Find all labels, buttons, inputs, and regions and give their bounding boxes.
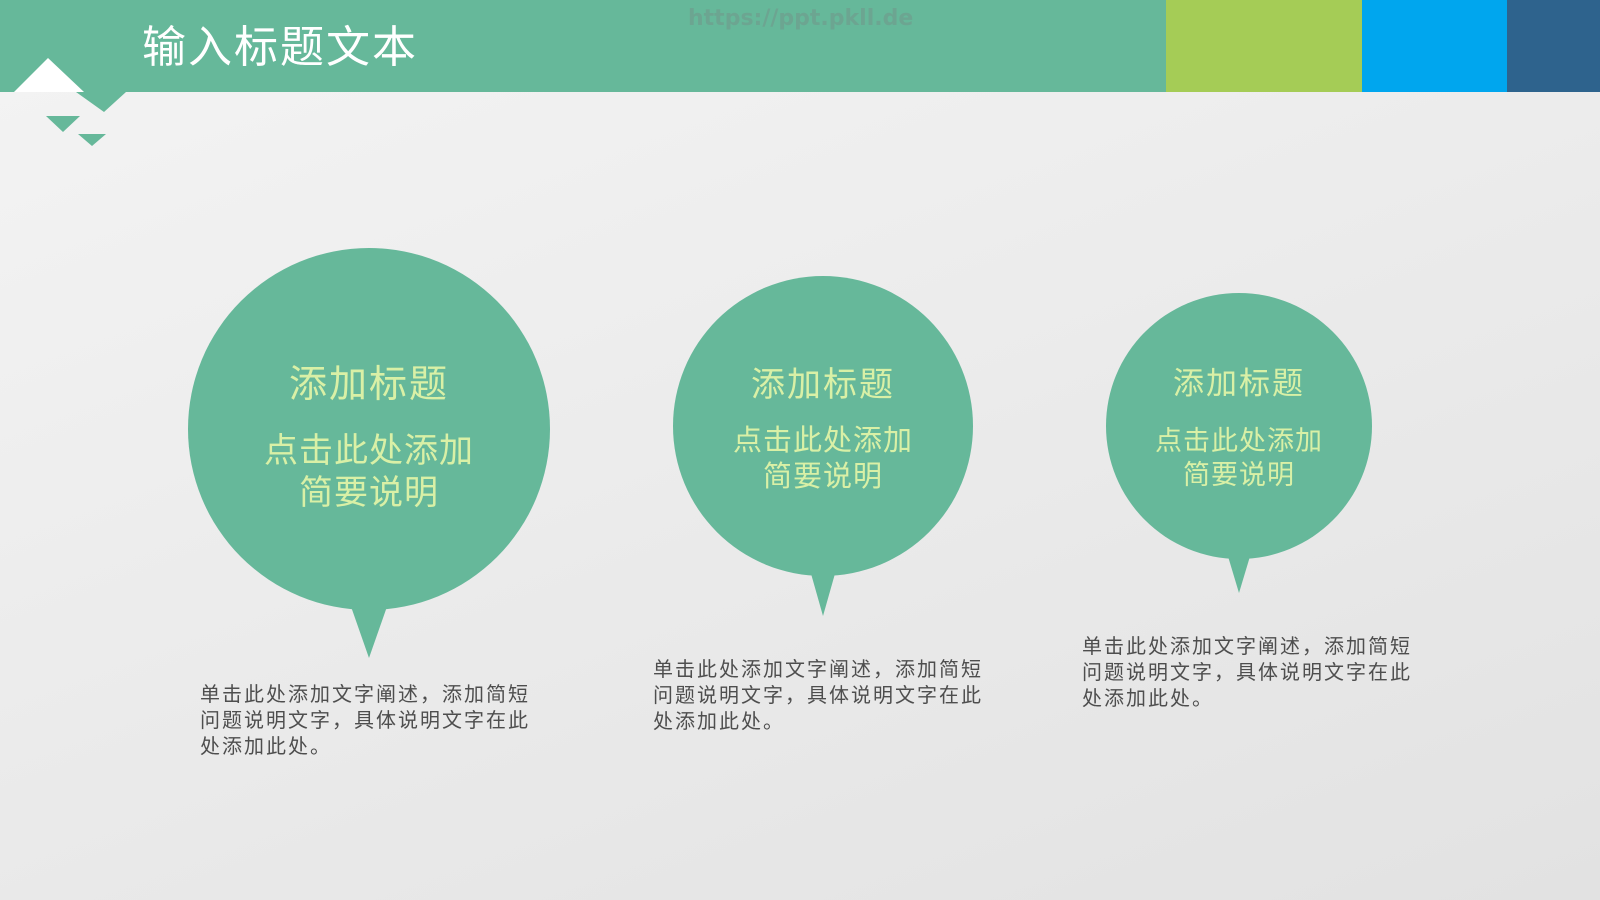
bubble-subtitle-line1[interactable]: 点击此处添加 xyxy=(673,422,973,458)
header-lime-block xyxy=(1166,0,1362,92)
bubble-subtitle-line1[interactable]: 点击此处添加 xyxy=(188,430,550,472)
header-navy-block xyxy=(1507,0,1600,92)
bubble-card-3[interactable]: 添加标题 点击此处添加 简要说明 xyxy=(1106,293,1372,595)
card-description-3[interactable]: 单击此处添加文字阐述，添加简短问题说明文字，具体说明文字在此处添加此处。 xyxy=(1082,633,1412,711)
bubble-card-2[interactable]: 添加标题 点击此处添加 简要说明 xyxy=(673,276,973,618)
bubble-subtitle-line2[interactable]: 简要说明 xyxy=(673,458,973,494)
watermark-text: https://ppt.pkll.de xyxy=(688,6,914,31)
bubble-card-1[interactable]: 添加标题 点击此处添加 简要说明 xyxy=(188,248,550,660)
bubble-subtitle-line2[interactable]: 简要说明 xyxy=(1106,459,1372,493)
bubble-title[interactable]: 添加标题 xyxy=(1106,365,1372,403)
card-description-1[interactable]: 单击此处添加文字阐述，添加简短问题说明文字，具体说明文字在此处添加此处。 xyxy=(200,681,545,759)
bubble-subtitle-line1[interactable]: 点击此处添加 xyxy=(1106,425,1372,459)
bubble-subtitle-line2[interactable]: 简要说明 xyxy=(188,472,550,514)
bubble-title[interactable]: 添加标题 xyxy=(188,360,550,408)
page-title[interactable]: 输入标题文本 xyxy=(142,20,418,76)
triangle-decoration-icon xyxy=(14,58,126,146)
bubble-title[interactable]: 添加标题 xyxy=(673,364,973,406)
card-description-2[interactable]: 单击此处添加文字阐述，添加简短问题说明文字，具体说明文字在此处添加此处。 xyxy=(653,656,998,734)
header-blue-block xyxy=(1362,0,1507,92)
